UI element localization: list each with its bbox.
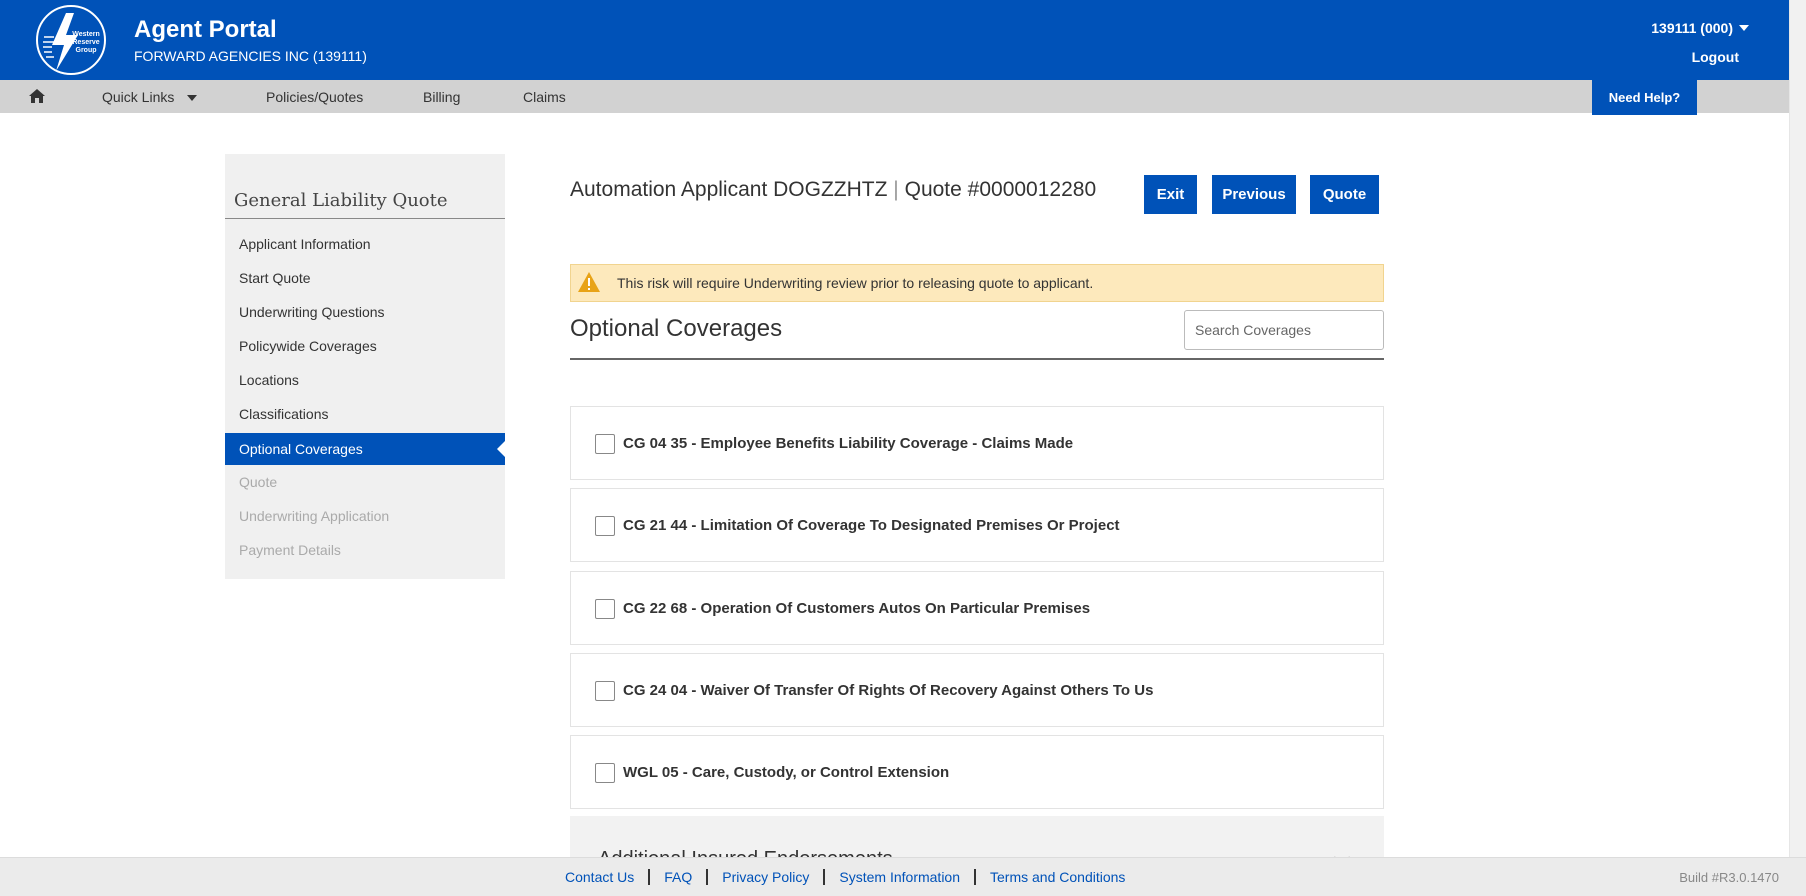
- previous-button[interactable]: Previous: [1212, 175, 1296, 214]
- sidebar-title: General Liability Quote: [234, 190, 448, 211]
- coverage-row[interactable]: CG 22 68 - Operation Of Customers Autos …: [570, 571, 1384, 645]
- nav-billing[interactable]: Billing: [423, 89, 460, 105]
- page-scrollbar[interactable]: [1789, 0, 1806, 857]
- section-divider: [570, 358, 1384, 360]
- page-footer: Contact Us FAQ Privacy Policy System Inf…: [0, 857, 1806, 896]
- coverage-label: CG 21 44 - Limitation Of Coverage To Des…: [623, 517, 1120, 534]
- title-separator: |: [893, 178, 899, 201]
- logout-link[interactable]: Logout: [1692, 49, 1739, 65]
- account-label: 139111 (000): [1651, 20, 1733, 36]
- sidebar-item-quote: Quote: [239, 474, 278, 490]
- coverage-checkbox[interactable]: [595, 763, 615, 783]
- nav-policies-quotes[interactable]: Policies/Quotes: [266, 89, 363, 105]
- warning-text: This risk will require Underwriting revi…: [617, 275, 1094, 291]
- account-dropdown[interactable]: 139111 (000): [1651, 20, 1749, 36]
- coverage-label: CG 24 04 - Waiver Of Transfer Of Rights …: [623, 682, 1154, 699]
- sidebar-item-classifications[interactable]: Classifications: [225, 398, 505, 430]
- coverage-checkbox[interactable]: [595, 599, 615, 619]
- sidebar-item-applicant-information[interactable]: Applicant Information: [225, 228, 505, 260]
- coverage-label: CG 04 35 - Employee Benefits Liability C…: [623, 435, 1074, 452]
- sidebar-item-start-quote[interactable]: Start Quote: [225, 262, 505, 294]
- applicant-name: Automation Applicant DOGZZHTZ: [570, 178, 888, 201]
- exit-button[interactable]: Exit: [1144, 175, 1197, 214]
- main-nav: Quick Links Policies/Quotes Billing Clai…: [0, 80, 1789, 113]
- footer-link-faq[interactable]: FAQ: [650, 869, 709, 885]
- quote-number: Quote #0000012280: [904, 178, 1097, 201]
- coverage-row[interactable]: WGL 05 - Care, Custody, or Control Exten…: [570, 735, 1384, 809]
- coverage-label: CG 22 68 - Operation Of Customers Autos …: [623, 600, 1091, 617]
- page-title: Automation Applicant DOGZZHTZ | Quote #0…: [570, 178, 1096, 202]
- coverage-row[interactable]: CG 24 04 - Waiver Of Transfer Of Rights …: [570, 653, 1384, 727]
- company-logo[interactable]: Western Reserve Group: [36, 5, 106, 75]
- warning-icon: [578, 272, 600, 292]
- nav-quick-links[interactable]: Quick Links: [102, 89, 174, 105]
- underwriting-warning-banner: This risk will require Underwriting revi…: [570, 264, 1384, 302]
- footer-link-system-information[interactable]: System Information: [825, 869, 977, 885]
- coverage-row[interactable]: CG 21 44 - Limitation Of Coverage To Des…: [570, 488, 1384, 562]
- sidebar-item-underwriting-application: Underwriting Application: [239, 508, 390, 524]
- sidebar-item-payment-details: Payment Details: [239, 542, 341, 558]
- section-title: Optional Coverages: [570, 315, 783, 342]
- coverage-checkbox[interactable]: [595, 434, 615, 454]
- sidebar-divider: [225, 218, 505, 219]
- home-icon[interactable]: [28, 88, 46, 104]
- sidebar-item-underwriting-questions[interactable]: Underwriting Questions: [225, 296, 505, 328]
- app-title: Agent Portal: [134, 16, 277, 43]
- coverage-label: WGL 05 - Care, Custody, or Control Exten…: [623, 764, 950, 781]
- sidebar-item-optional-coverages[interactable]: Optional Coverages: [225, 433, 505, 465]
- footer-link-privacy-policy[interactable]: Privacy Policy: [708, 869, 826, 885]
- footer-link-contact-us[interactable]: Contact Us: [565, 869, 651, 885]
- coverage-row[interactable]: CG 04 35 - Employee Benefits Liability C…: [570, 406, 1384, 480]
- chevron-down-icon: [1739, 25, 1749, 31]
- footer-link-terms[interactable]: Terms and Conditions: [976, 869, 1139, 885]
- footer-links: Contact Us FAQ Privacy Policy System Inf…: [565, 869, 1139, 885]
- need-help-button[interactable]: Need Help?: [1592, 80, 1697, 115]
- logo-text: Western Reserve Group: [72, 31, 100, 54]
- coverage-checkbox[interactable]: [595, 681, 615, 701]
- sidebar-item-policywide-coverages[interactable]: Policywide Coverages: [225, 330, 505, 362]
- chevron-down-icon[interactable]: [187, 95, 197, 101]
- sidebar-item-locations[interactable]: Locations: [225, 364, 505, 396]
- quote-steps-sidebar: General Liability Quote Applicant Inform…: [225, 154, 505, 579]
- top-header: Western Reserve Group Agent Portal FORWA…: [0, 0, 1789, 80]
- quote-button[interactable]: Quote: [1310, 175, 1379, 214]
- nav-claims[interactable]: Claims: [523, 89, 566, 105]
- agency-name: FORWARD AGENCIES INC (139111): [134, 48, 367, 64]
- build-number: Build #R3.0.1470: [1679, 870, 1779, 885]
- coverage-checkbox[interactable]: [595, 516, 615, 536]
- additional-insured-panel[interactable]: Additional Insured Endorsements: [570, 816, 1384, 858]
- search-coverages-input[interactable]: [1184, 310, 1384, 350]
